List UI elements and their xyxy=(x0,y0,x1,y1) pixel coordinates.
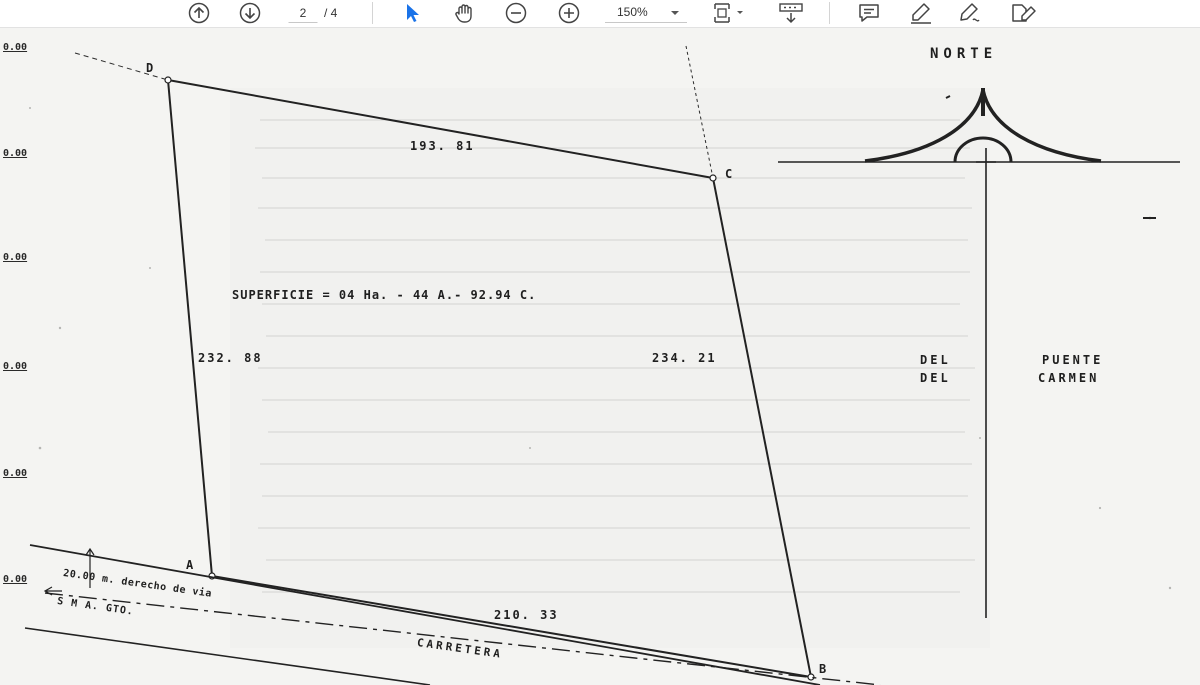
chevron-down-icon xyxy=(671,11,679,15)
draw-button[interactable] xyxy=(955,0,985,26)
vertex-label-c: C xyxy=(725,167,735,181)
vertex-label-a: A xyxy=(186,558,196,572)
fill-sign-icon xyxy=(1012,4,1036,22)
toolbar-divider xyxy=(372,2,373,24)
puente-label: PUENTE xyxy=(1042,353,1104,367)
fit-page-icon xyxy=(714,3,743,23)
arrow-down-circle-icon xyxy=(239,2,261,24)
vertex-label-d: D xyxy=(146,61,156,75)
side-length-ab: 210. 33 xyxy=(494,608,559,622)
pdf-toolbar: 2 / 4 150% xyxy=(0,0,1200,28)
highlighter-icon xyxy=(911,3,931,24)
carmen-label: CARMEN xyxy=(1038,371,1100,385)
pen-draw-icon xyxy=(960,3,980,22)
highlight-button[interactable] xyxy=(906,0,936,26)
margin-marker: 0.00 xyxy=(3,468,28,479)
zoom-in-button[interactable] xyxy=(556,0,582,26)
page-total-label: / 4 xyxy=(324,6,338,20)
scroll-mode-button[interactable] xyxy=(777,0,805,26)
side-length-da: 232. 88 xyxy=(198,351,263,365)
comment-icon xyxy=(859,4,879,22)
side-length-dc: 193. 81 xyxy=(410,139,475,153)
select-tool-button[interactable] xyxy=(399,0,425,26)
zoom-level-value: 150% xyxy=(617,5,648,19)
cursor-arrow-icon xyxy=(407,4,419,22)
area-label: SUPERFICIE = 04 Ha. - 44 A.- 92.94 C. xyxy=(232,288,537,302)
north-label: NORTE xyxy=(930,46,998,62)
next-page-button[interactable] xyxy=(237,0,263,26)
margin-marker: 0.00 xyxy=(3,42,28,53)
arrow-up-circle-icon xyxy=(188,2,210,24)
del-label-2: DEL xyxy=(920,371,951,385)
zoom-out-button[interactable] xyxy=(503,0,529,26)
toolbar-divider xyxy=(829,2,830,24)
plus-circle-icon xyxy=(558,2,580,24)
document-viewport[interactable]: 0.00 0.00 0.00 0.00 0.00 0.00 D C A B 19… xyxy=(0,28,1200,685)
scroll-mode-icon xyxy=(779,3,803,24)
page-number-input[interactable]: 2 xyxy=(288,3,318,23)
side-length-cb: 234. 21 xyxy=(652,351,717,365)
minus-circle-icon xyxy=(505,2,527,24)
previous-page-button[interactable] xyxy=(186,0,212,26)
margin-marker: 0.00 xyxy=(3,148,28,159)
margin-marker: 0.00 xyxy=(3,361,28,372)
hand-tool-button[interactable] xyxy=(451,0,479,26)
comment-button[interactable] xyxy=(855,0,883,26)
margin-marker: 0.00 xyxy=(3,574,28,585)
vertex-label-b: B xyxy=(819,662,829,676)
zoom-level-dropdown[interactable]: 150% xyxy=(605,3,687,23)
hand-pan-icon xyxy=(455,4,472,23)
del-label-1: DEL xyxy=(920,353,951,367)
margin-marker: 0.00 xyxy=(3,252,28,263)
fit-page-button[interactable] xyxy=(710,0,746,26)
fill-sign-button[interactable] xyxy=(1008,0,1040,26)
